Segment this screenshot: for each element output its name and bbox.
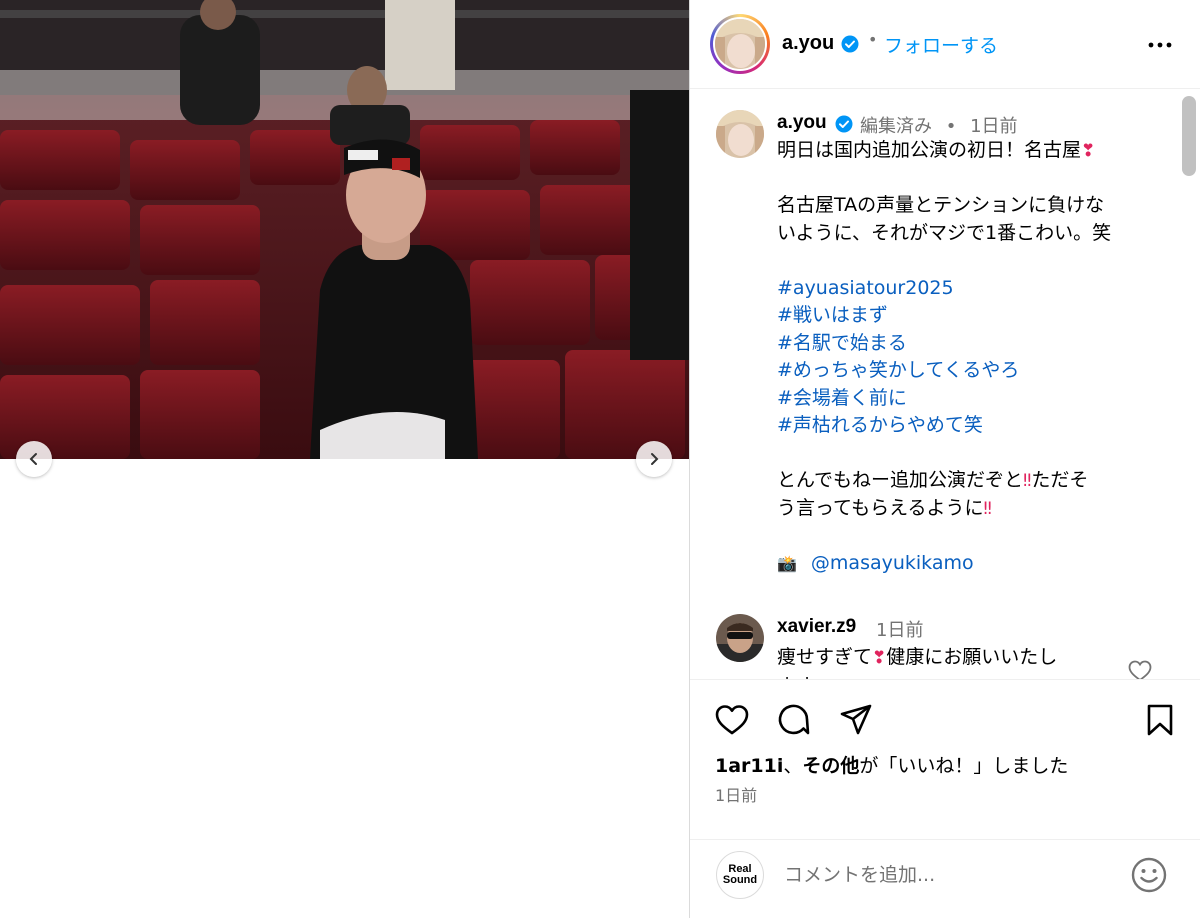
caption-line: 📸 @masayukikamo: [777, 550, 1157, 578]
likes-summary: 1ar11i、その他が「いいね！」しました: [715, 751, 1068, 778]
avatar-image: [716, 110, 764, 158]
heart-exclamation-emoji: ❣: [1081, 141, 1096, 161]
comments-scroll-area[interactable]: a.you 編集済み • 1日前 明日は国内追加公演の初日！名古屋❣ 名古屋TA…: [690, 90, 1200, 679]
heart-exclamation-emoji: ❣: [872, 648, 887, 668]
mention-link[interactable]: @masayukikamo: [811, 552, 974, 574]
emoji-icon[interactable]: [1130, 856, 1168, 894]
caption-text: ただそ: [1031, 469, 1089, 491]
caption-blank: [777, 165, 1157, 193]
comment-input[interactable]: [784, 860, 1104, 890]
heart-icon[interactable]: [1128, 660, 1152, 679]
avatar-logo-text: Sound: [722, 874, 758, 886]
caption-blank: [777, 247, 1157, 275]
chevron-right-icon: [651, 453, 659, 465]
likes-text: 、: [783, 755, 803, 777]
hashtag-link[interactable]: #ayuasiatour2025: [777, 275, 1157, 303]
meta-separator: •: [945, 116, 957, 137]
comment-avatar[interactable]: [716, 614, 764, 662]
caption-text: う言ってもらえるように: [777, 496, 984, 519]
media-column: [0, 0, 689, 918]
hashtag-link[interactable]: #戦いはまず: [777, 302, 1157, 330]
caption-blank: [777, 440, 1157, 468]
caption-meta: 編集済み • 1日前: [860, 112, 1018, 138]
hashtag-link[interactable]: #声枯れるからやめて笑: [777, 412, 1157, 440]
chevron-left-icon: [29, 453, 37, 465]
header-username[interactable]: a.you: [782, 32, 834, 55]
camera-emoji: 📸: [777, 553, 797, 573]
post-actions: 1ar11i、その他が「いいね！」しました 1日前: [690, 679, 1200, 839]
more-icon[interactable]: [1146, 33, 1174, 57]
likes-text: が「いいね！」しました: [859, 755, 1069, 777]
caption-line: 明日は国内追加公演の初日！名古屋❣: [777, 137, 1157, 165]
caption-body: 明日は国内追加公演の初日！名古屋❣ 名古屋TAの声量とテンションに負けな いよう…: [777, 137, 1157, 577]
post-photo: [0, 0, 689, 459]
avatar-image: [716, 614, 764, 662]
composer-avatar: Real Sound: [716, 851, 764, 899]
comment-text: 痩せすぎて❣健康にお願いいたし ます: [777, 643, 1117, 679]
caption-line: いように、それがマジで1番こわい。笑: [777, 221, 1112, 244]
caption-avatar[interactable]: [716, 110, 764, 158]
comment-composer: Real Sound: [690, 839, 1200, 918]
caption-blank: [777, 522, 1157, 550]
header-separator: •: [868, 30, 878, 49]
liked-by-user[interactable]: 1ar11i: [715, 755, 783, 777]
hashtag-link[interactable]: #会場着く前に: [777, 385, 1157, 413]
post-header: a.you • フォローする: [690, 0, 1200, 89]
caption-time: 1日前: [970, 116, 1018, 137]
caption-line: う言ってもらえるように‼: [777, 495, 1157, 523]
comment-text-part: 痩せすぎて: [777, 646, 873, 668]
comment-time: 1日前: [876, 620, 924, 641]
carousel-next-button[interactable]: [636, 441, 672, 477]
verified-badge-icon: [841, 35, 859, 53]
caption-line: 名古屋TAの声量とテンションに負けな: [777, 194, 1105, 216]
double-exclamation-emoji: ‼: [983, 498, 992, 519]
caption-username[interactable]: a.you: [777, 112, 827, 134]
post-time: 1日前: [715, 786, 758, 805]
heart-icon[interactable]: [714, 702, 750, 738]
caption-text: とんでもねー追加公演だぞと: [777, 469, 1024, 491]
hashtag-link[interactable]: #名駅で始まる: [777, 330, 1157, 358]
post-side-panel: a.you • フォローする a.you 編集済み • 1日前 明日は国内追加公…: [689, 0, 1200, 918]
share-icon[interactable]: [838, 702, 874, 738]
hashtag-link[interactable]: #めっちゃ笑かしてくるやろ: [777, 357, 1157, 385]
likes-others-link[interactable]: その他: [802, 755, 859, 777]
header-avatar[interactable]: [710, 14, 770, 74]
bookmark-icon[interactable]: [1142, 702, 1178, 738]
caption-line: とんでもねー追加公演だぞと‼ただそ: [777, 467, 1157, 495]
post-photo-image: [0, 0, 689, 459]
comment-text-part: 健康にお願いいたし: [886, 646, 1058, 668]
verified-badge-icon: [835, 115, 853, 133]
comments-scrollbar[interactable]: [1182, 96, 1196, 176]
comment-username[interactable]: xavier.z9: [777, 616, 856, 638]
carousel-prev-button[interactable]: [16, 441, 52, 477]
follow-button[interactable]: フォローする: [884, 31, 998, 58]
avatar-image: [715, 19, 765, 69]
caption-text: 明日は国内追加公演の初日！名古屋: [777, 139, 1082, 161]
edited-label: 編集済み: [860, 116, 932, 137]
comment-icon[interactable]: [776, 702, 812, 738]
